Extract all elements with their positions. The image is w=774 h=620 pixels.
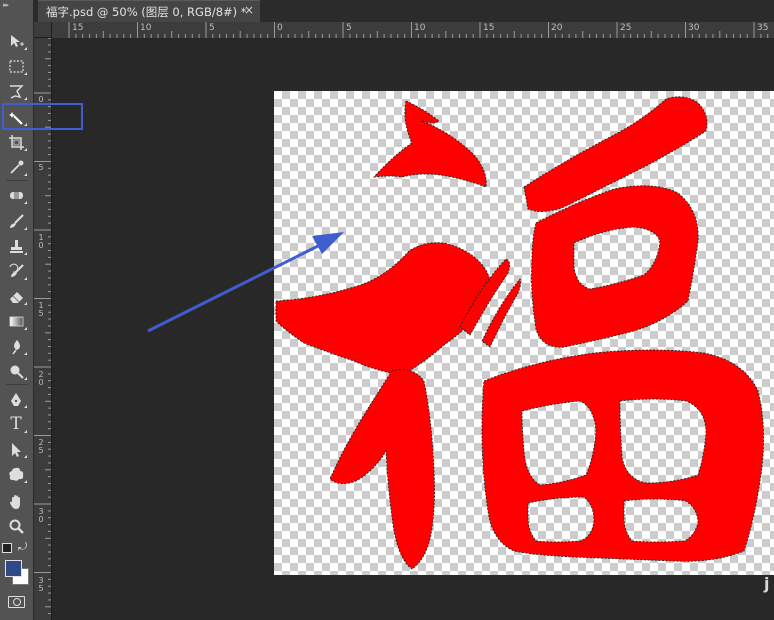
document-canvas[interactable] xyxy=(274,91,774,575)
ruler-label: 30 xyxy=(688,23,700,33)
document-tab-bar: 福字.psd @ 50% (图层 0, RGB/8#) * × xyxy=(34,0,774,22)
move-icon xyxy=(10,34,24,47)
fu-character-layer[interactable] xyxy=(274,91,774,575)
path-select-icon xyxy=(11,442,21,457)
horizontal-ruler-ticks xyxy=(68,22,769,38)
ruler-label: 20 xyxy=(551,23,563,33)
ruler-label: 25 xyxy=(620,23,632,33)
foreground-color-swatch[interactable] xyxy=(5,560,22,577)
ruler-label: 35 xyxy=(38,576,44,593)
horizontal-ruler[interactable]: 15 10 5 0 5 10 15 20 25 30 35 xyxy=(52,22,774,39)
ruler-label: 5 xyxy=(346,23,352,33)
pen-icon xyxy=(10,392,21,406)
marquee-icon xyxy=(8,59,24,73)
brush-icon xyxy=(9,213,24,228)
clone-stamp-tool[interactable] xyxy=(4,235,28,257)
hand-icon xyxy=(9,494,20,509)
tool-separator xyxy=(6,180,28,181)
rectangular-marquee-tool[interactable] xyxy=(4,55,28,77)
zoom-tool[interactable] xyxy=(4,515,28,537)
type-icon: T xyxy=(10,413,22,434)
dodge-tool[interactable] xyxy=(4,360,28,382)
tool-panel: ▸▸ T ⤾ xyxy=(0,0,34,620)
brush-tool[interactable] xyxy=(4,210,28,232)
ruler-label: 10 xyxy=(414,23,426,33)
ruler-label: 30 xyxy=(38,507,44,524)
healing-icon xyxy=(9,191,23,199)
eyedropper-icon xyxy=(9,160,23,174)
crop-tool[interactable] xyxy=(4,131,28,153)
eyedropper-tool[interactable] xyxy=(4,156,28,178)
ruler-label: 0 xyxy=(277,23,283,33)
ruler-origin[interactable] xyxy=(34,22,52,38)
tool-separator xyxy=(6,384,28,385)
ruler-label: 5 xyxy=(209,23,215,33)
close-tab-icon[interactable]: × xyxy=(244,3,254,17)
custom-shape-tool[interactable] xyxy=(4,463,28,485)
type-tool[interactable]: T xyxy=(4,413,28,435)
lasso-icon xyxy=(9,84,24,99)
panel-grip-icon[interactable]: ▸▸ xyxy=(3,1,9,9)
history-brush-tool[interactable] xyxy=(4,260,28,282)
lasso-tool[interactable] xyxy=(4,80,28,102)
ruler-label: 5 xyxy=(38,163,44,172)
eraser-tool[interactable] xyxy=(4,285,28,307)
zoom-icon xyxy=(9,519,24,534)
ruler-label: 15 xyxy=(72,23,84,33)
ruler-label: 10 xyxy=(38,233,44,250)
ruler-label: 25 xyxy=(38,438,44,455)
move-tool[interactable] xyxy=(4,30,28,52)
ruler-label: 15 xyxy=(483,23,495,33)
path-selection-tool[interactable] xyxy=(4,438,28,460)
watermark-letter: j xyxy=(764,574,770,593)
swap-colors-icon[interactable]: ⤾ xyxy=(18,540,27,554)
gradient-tool[interactable] xyxy=(4,310,28,332)
quick-mask-icon[interactable] xyxy=(8,596,25,608)
gradient-icon xyxy=(9,316,23,326)
shape-icon xyxy=(8,467,23,481)
eraser-icon xyxy=(9,291,23,303)
blur-icon xyxy=(11,339,20,354)
document-tab-title: 福字.psd @ 50% (图层 0, RGB/8#) * xyxy=(46,4,247,19)
ruler-label: 20 xyxy=(38,370,44,387)
ruler-label: 15 xyxy=(38,301,44,318)
document-workspace[interactable] xyxy=(52,38,774,620)
crop-icon xyxy=(8,134,24,150)
ruler-label: 35 xyxy=(757,23,769,33)
history-brush-icon xyxy=(9,263,24,277)
document-tab[interactable]: 福字.psd @ 50% (图层 0, RGB/8#) * × xyxy=(38,0,260,22)
default-colors-icon[interactable] xyxy=(2,543,12,553)
stamp-icon xyxy=(9,239,23,253)
hand-tool[interactable] xyxy=(4,490,28,512)
spot-healing-tool[interactable] xyxy=(4,184,28,206)
ruler-label: 10 xyxy=(140,23,152,33)
dodge-icon xyxy=(10,365,24,379)
magic-wand-highlight-box xyxy=(2,103,83,130)
pen-tool[interactable] xyxy=(4,388,28,410)
blur-tool[interactable] xyxy=(4,335,28,357)
